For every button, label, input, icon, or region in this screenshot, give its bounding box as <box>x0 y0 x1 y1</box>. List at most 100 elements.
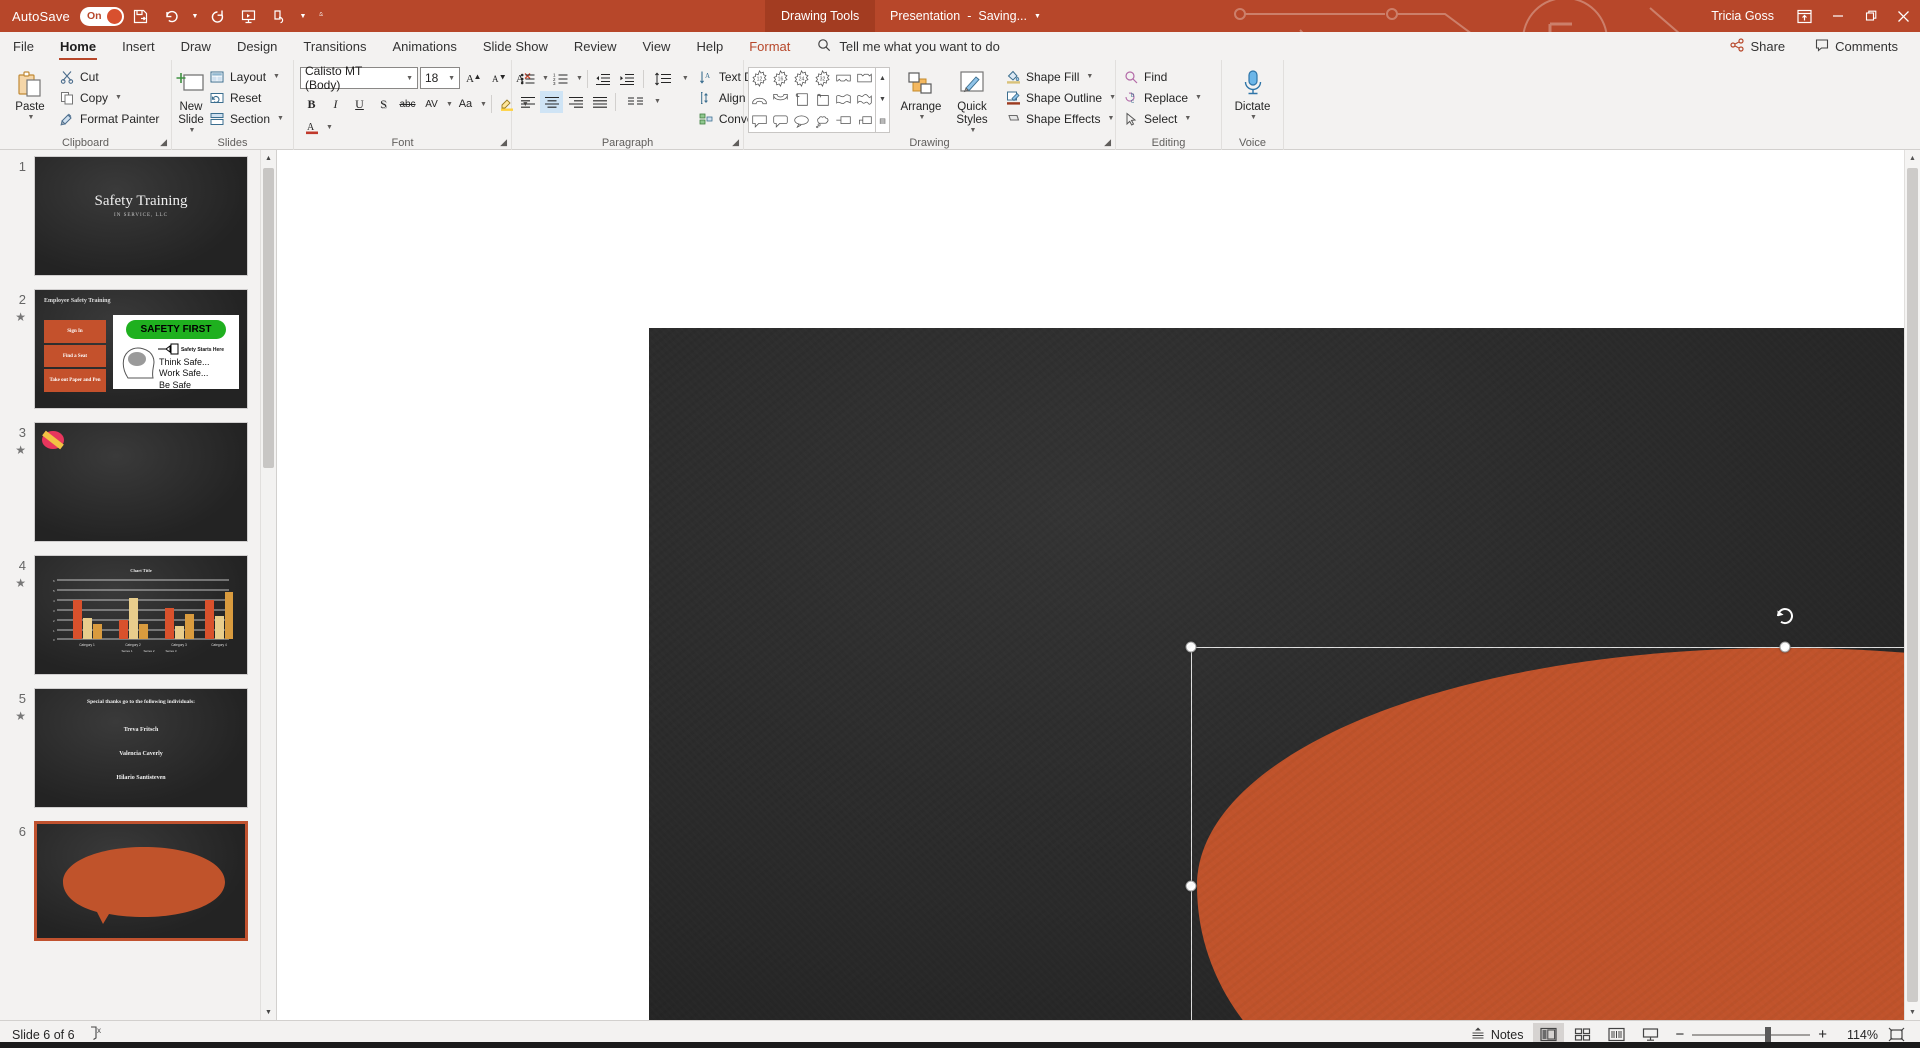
thumbnail-row-2[interactable]: 2 ★ Employee Safety Training Sign In Find… <box>0 289 260 409</box>
tab-design[interactable]: Design <box>224 32 290 60</box>
decrease-indent-button[interactable] <box>592 68 615 90</box>
character-spacing-dropdown-icon[interactable]: ▼ <box>446 101 453 108</box>
shape-down-ribbon-icon[interactable] <box>854 68 875 89</box>
decrease-font-size-button[interactable]: A <box>487 67 510 89</box>
tab-animations[interactable]: Animations <box>380 32 470 60</box>
zoom-out-button[interactable]: − <box>1675 1026 1684 1043</box>
tab-insert[interactable]: Insert <box>109 32 168 60</box>
thumbnail-slide-6[interactable] <box>34 821 248 941</box>
shape-outline-dropdown-icon[interactable]: ▼ <box>1109 94 1116 101</box>
shape-effects-dropdown-icon[interactable]: ▼ <box>1108 115 1115 122</box>
shape-star-12-icon[interactable]: 12 <box>749 68 770 89</box>
chevron-down-icon[interactable]: ▼ <box>442 75 455 82</box>
shape-outline-button[interactable]: Shape Outline ▼ <box>1002 87 1122 108</box>
font-color-dropdown-icon[interactable]: ▼ <box>326 124 333 131</box>
oval-callout-shape[interactable] <box>1191 647 1920 1020</box>
thumbnail-row-3[interactable]: 3 ★ <box>0 422 260 542</box>
section-button[interactable]: Section ▼ <box>206 108 290 129</box>
restore-button[interactable] <box>1854 0 1887 32</box>
tell-me-search[interactable]: Tell me what you want to do <box>803 32 1000 60</box>
clipboard-dialog-launcher[interactable]: ◢ <box>160 137 167 148</box>
columns-dropdown-icon[interactable]: ▼ <box>654 98 661 105</box>
tab-format[interactable]: Format <box>736 32 803 60</box>
dictate-dropdown-icon[interactable]: ▼ <box>1250 114 1257 122</box>
scroll-up-icon[interactable]: ▲ <box>1905 150 1920 166</box>
slide-vertical-scrollbar[interactable]: ▲ ▼ <box>1904 150 1920 1020</box>
save-icon[interactable] <box>127 3 155 29</box>
italic-button[interactable]: I <box>324 93 347 115</box>
tab-help[interactable]: Help <box>683 32 736 60</box>
thumbnail-scroll-thumb[interactable] <box>263 168 274 468</box>
arrange-dropdown-icon[interactable]: ▼ <box>919 114 926 122</box>
shape-fill-dropdown-icon[interactable]: ▼ <box>1086 73 1093 80</box>
numbering-button[interactable]: 123 <box>550 68 573 90</box>
shape-line-callout-2-icon[interactable] <box>854 111 875 132</box>
thumbnail-scrollbar[interactable]: ▲ ▼ <box>260 150 276 1020</box>
zoom-slider[interactable]: − + <box>1675 1026 1827 1043</box>
thumbnail-slide-4[interactable]: Chart Title 012 3456 Category 1 Category… <box>34 555 248 675</box>
thumbnail-scroll-down-icon[interactable]: ▼ <box>261 1004 276 1020</box>
line-spacing-button[interactable] <box>648 68 679 90</box>
tab-review[interactable]: Review <box>561 32 630 60</box>
bullets-dropdown-icon[interactable]: ▼ <box>542 75 549 82</box>
tab-file[interactable]: File <box>0 32 47 60</box>
thumbnail-row-6[interactable]: 6 <box>0 821 260 941</box>
thumbnail-row-5[interactable]: 5 ★ Special thanks go to the following in… <box>0 688 260 808</box>
layout-button[interactable]: Layout ▼ <box>206 66 290 87</box>
font-dialog-launcher[interactable]: ◢ <box>500 137 507 148</box>
increase-indent-button[interactable] <box>616 68 639 90</box>
drawing-dialog-launcher[interactable]: ◢ <box>1104 137 1111 148</box>
rotation-handle[interactable] <box>1774 604 1796 626</box>
font-name-combo[interactable]: Calisto MT (Body) ▼ <box>300 64 418 92</box>
center-button[interactable] <box>540 90 563 113</box>
undo-icon[interactable] <box>158 3 186 29</box>
paragraph-dialog-launcher[interactable]: ◢ <box>732 137 739 148</box>
thumbnail-slide-3[interactable] <box>34 422 248 542</box>
handle-top-center[interactable] <box>1779 641 1791 653</box>
align-left-button[interactable] <box>516 91 539 113</box>
shape-curved-up-ribbon-icon[interactable] <box>749 89 770 110</box>
thumbnail-slide-5[interactable]: Special thanks go to the following indiv… <box>34 688 248 808</box>
customize-qat-icon[interactable]: ⩯ <box>312 3 330 29</box>
document-title-area[interactable]: Presentation - Saving... ▼ <box>890 0 1041 32</box>
shape-fill-button[interactable]: Shape Fill ▼ <box>1002 66 1122 87</box>
replace-dropdown-icon[interactable]: ▼ <box>1195 94 1202 101</box>
shape-curved-down-ribbon-icon[interactable] <box>770 89 791 110</box>
shape-wave-icon[interactable] <box>833 89 854 110</box>
thumbnail-row-4[interactable]: 4 ★ Chart Title 012 3456 Category 1 Cate… <box>0 555 260 675</box>
document-title-dropdown-icon[interactable]: ▼ <box>1034 13 1041 20</box>
scroll-thumb[interactable] <box>1907 168 1918 1002</box>
zoom-in-button[interactable]: + <box>1818 1026 1827 1043</box>
copy-dropdown-icon[interactable]: ▼ <box>115 94 122 101</box>
handle-top-left[interactable] <box>1185 641 1197 653</box>
gallery-scroll-up-icon[interactable]: ▲ <box>876 68 889 89</box>
comments-button[interactable]: Comments <box>1805 34 1908 59</box>
chevron-down-icon[interactable]: ▼ <box>400 75 413 82</box>
slide-indicator[interactable]: Slide 6 of 6 <box>12 1028 75 1042</box>
tab-draw[interactable]: Draw <box>168 32 224 60</box>
scroll-down-icon[interactable]: ▼ <box>1905 1004 1920 1020</box>
select-dropdown-icon[interactable]: ▼ <box>1184 115 1191 122</box>
ribbon-display-options-icon[interactable] <box>1788 0 1821 32</box>
shape-star-32-icon[interactable]: 32 <box>812 68 833 89</box>
thumbnail-slide-2[interactable]: Employee Safety Training Sign In Find a … <box>34 289 248 409</box>
change-case-button[interactable]: Aa <box>454 93 477 115</box>
shape-rectangular-callout-icon[interactable] <box>749 111 770 132</box>
replace-button[interactable]: bc Replace ▼ <box>1120 87 1208 108</box>
font-color-button[interactable]: A <box>300 116 323 138</box>
cut-button[interactable]: Cut <box>56 66 165 87</box>
shape-up-ribbon-icon[interactable] <box>833 68 854 89</box>
paste-dropdown-icon[interactable]: ▼ <box>28 114 35 122</box>
thumbnail-row-1[interactable]: 1 Safety Training IN SERVICE, LLC <box>0 156 260 276</box>
autosave-toggle[interactable]: On <box>79 6 124 26</box>
zoom-thumb[interactable] <box>1765 1026 1772 1043</box>
align-right-button[interactable] <box>564 91 587 113</box>
shape-vertical-scroll-icon[interactable] <box>791 89 812 110</box>
select-button[interactable]: Select ▼ <box>1120 108 1208 129</box>
thumbnail-scroll-up-icon[interactable]: ▲ <box>261 150 276 166</box>
share-button[interactable]: Share <box>1720 34 1795 59</box>
zoom-level-value[interactable]: 114% <box>1836 1028 1878 1042</box>
new-slide-dropdown-icon[interactable]: ▼ <box>189 127 196 135</box>
shape-oval-callout-icon[interactable] <box>791 111 812 132</box>
shape-cloud-callout-icon[interactable] <box>812 111 833 132</box>
